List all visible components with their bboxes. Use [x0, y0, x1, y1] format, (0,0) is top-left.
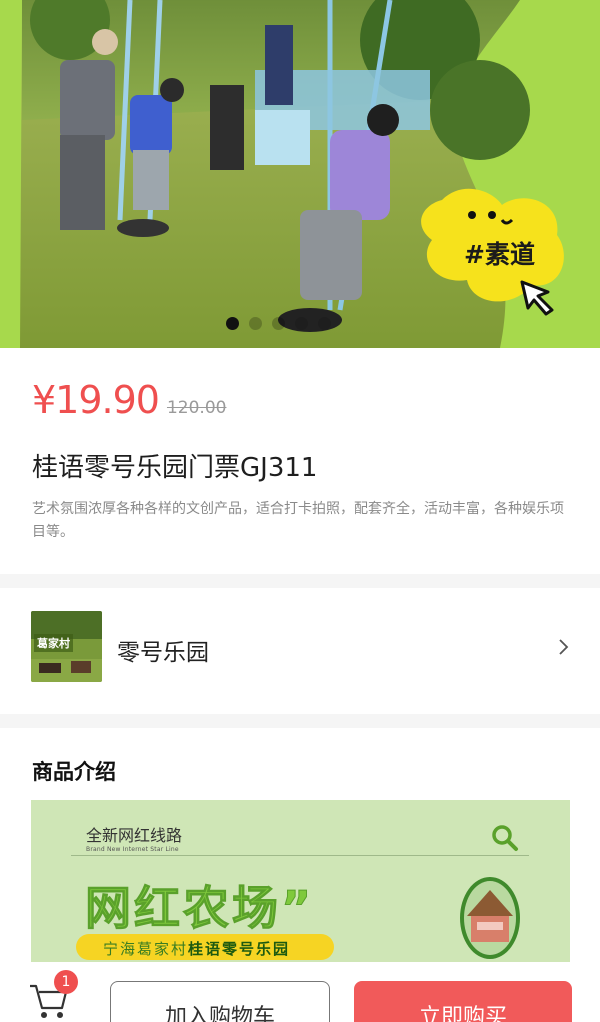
- search-icon: [492, 825, 518, 851]
- hero-brand-label: #素道: [464, 240, 535, 269]
- carousel-dot[interactable]: [249, 317, 262, 330]
- product-info-card: ¥19.90 120.00 桂语零号乐园门票GJ311 艺术氛围浓厚各种各样的文…: [0, 348, 600, 574]
- banner-pill-prefix: 宁海葛家村: [103, 940, 189, 958]
- hero-carousel[interactable]: #素道: [0, 0, 600, 348]
- current-price: ¥19.90: [32, 378, 160, 422]
- shop-name: 零号乐园: [117, 640, 209, 666]
- shop-thumbnail: 葛家村: [31, 611, 102, 682]
- carousel-dot[interactable]: [318, 317, 331, 330]
- shop-thumb-label: 葛家村: [34, 634, 73, 652]
- banner-subtitle: Brand New Internet Star Line: [86, 846, 179, 853]
- intro-heading: 商品介绍: [32, 760, 116, 784]
- carousel-dot[interactable]: [295, 317, 308, 330]
- arrow-cursor-icon: [520, 280, 554, 316]
- original-price: 120.00: [166, 398, 227, 418]
- product-description: 艺术氛围浓厚各种各样的文创产品，适合打卡拍照，配套齐全，活动丰富，各种娱乐项目等…: [32, 501, 564, 540]
- product-title: 桂语零号乐园门票GJ311: [32, 453, 318, 483]
- banner-divider: [71, 855, 529, 856]
- banner-badge-image: [460, 877, 520, 959]
- cart-count-badge: 1: [54, 970, 78, 994]
- shop-entry[interactable]: 葛家村 零号乐园: [0, 588, 600, 714]
- bottom-action-bar: 1 加入购物车 立即购买: [0, 962, 600, 1022]
- banner-pill-text: 宁海葛家村桂语零号乐园: [103, 938, 290, 959]
- banner-pill-strong: 桂语零号乐园: [188, 940, 291, 958]
- carousel-dot[interactable]: [272, 317, 285, 330]
- carousel-indicator: [226, 317, 331, 330]
- banner-title: 网红农场”: [84, 881, 315, 936]
- banner-kicker: 全新网红线路: [86, 826, 183, 845]
- add-to-cart-button[interactable]: 加入购物车: [110, 981, 330, 1022]
- buy-now-button[interactable]: 立即购买: [354, 981, 572, 1022]
- price-row: ¥19.90 120.00: [32, 378, 226, 422]
- carousel-dot[interactable]: [226, 317, 239, 330]
- chevron-right-icon: [559, 639, 569, 655]
